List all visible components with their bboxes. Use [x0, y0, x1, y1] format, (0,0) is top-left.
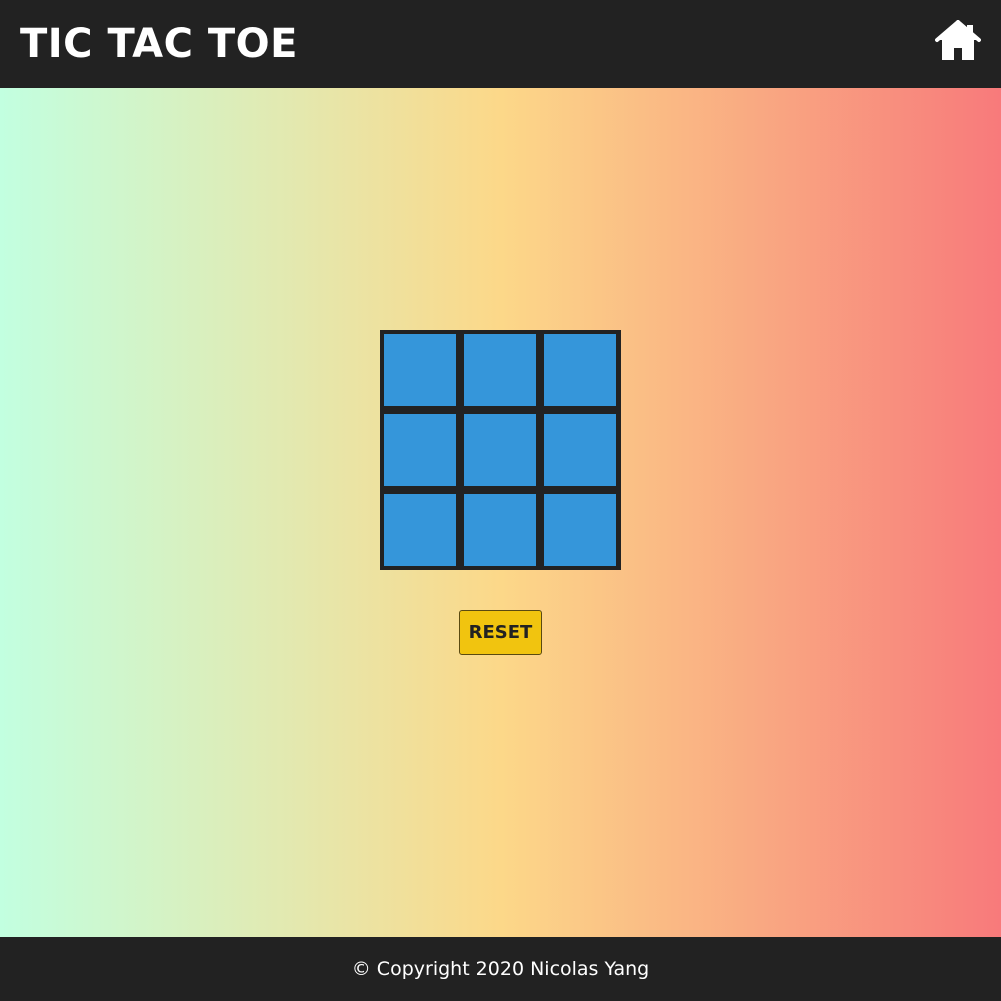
app-footer: © Copyright 2020 Nicolas Yang: [0, 937, 1001, 1001]
board-cell-8[interactable]: [464, 494, 536, 566]
game-board: [380, 330, 621, 570]
copyright-text: © Copyright 2020 Nicolas Yang: [351, 958, 650, 980]
home-button[interactable]: [935, 20, 981, 62]
board-cell-7[interactable]: [384, 494, 456, 566]
reset-button[interactable]: RESET: [459, 610, 542, 655]
board-cell-9[interactable]: [544, 494, 616, 566]
board-cell-4[interactable]: [384, 414, 456, 486]
board-cell-3[interactable]: [544, 334, 616, 406]
board-cell-5[interactable]: [464, 414, 536, 486]
board-cell-6[interactable]: [544, 414, 616, 486]
board-cell-2[interactable]: [464, 334, 536, 406]
game-area: RESET: [0, 88, 1001, 937]
page-title: TIC TAC TOE: [20, 21, 298, 67]
app-header: TIC TAC TOE: [0, 0, 1001, 88]
home-icon: [935, 20, 981, 60]
board-cell-1[interactable]: [384, 334, 456, 406]
